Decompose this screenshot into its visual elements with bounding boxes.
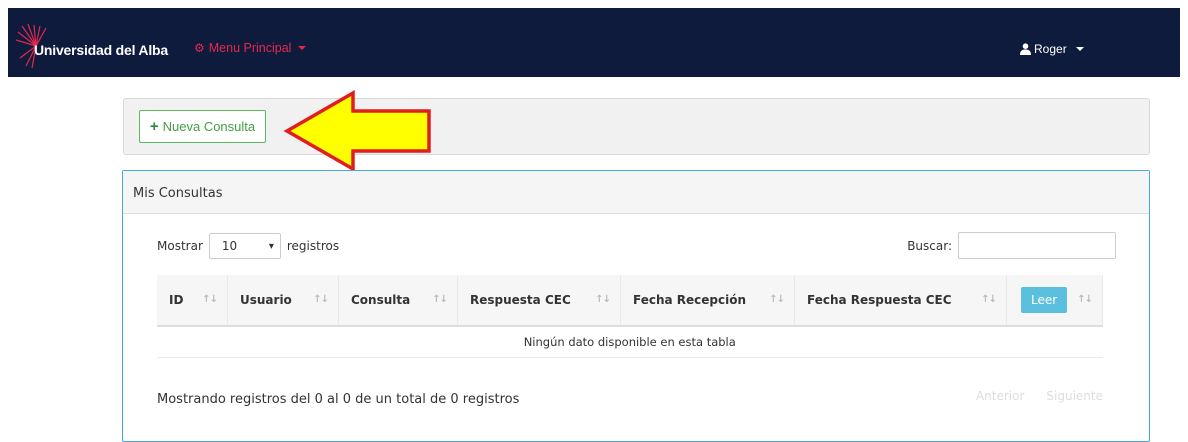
column-header-leer[interactable]: Leer ↑↓ <box>1006 275 1103 327</box>
new-consultation-button[interactable]: + Nueva Consulta <box>139 110 266 143</box>
previous-page-button[interactable]: Anterior <box>976 389 1024 403</box>
empty-table-message: Ningún dato disponible en esta tabla <box>157 326 1103 358</box>
plus-icon: + <box>149 118 159 135</box>
table-search: Buscar: <box>907 232 1116 259</box>
page-length-select[interactable]: 10 ▾ <box>208 233 281 259</box>
new-consultation-label: Nueva Consulta <box>162 119 256 134</box>
sort-icon: ↑↓ <box>432 294 448 305</box>
cogs-icon: ⚙ <box>194 41 205 55</box>
page-length-value: 10 <box>221 239 238 253</box>
sort-icon: ↑↓ <box>769 294 785 305</box>
caret-down-icon <box>298 46 307 50</box>
sort-icon: ↑↓ <box>313 294 329 305</box>
consultations-table: ID ↑↓ Usuario ↑↓ Consulta ↑↓ Respuesta CEC ↑… <box>157 275 1103 358</box>
column-header-fecha-recepcion[interactable]: Fecha Recepción ↑↓ <box>620 275 795 327</box>
consultations-panel: Mis Consultas Mostrar 10 ▾ registros Bus… <box>122 170 1150 442</box>
column-header-respuesta-cec[interactable]: Respuesta CEC ↑↓ <box>457 275 621 327</box>
length-prefix: Mostrar <box>157 239 203 253</box>
column-header-id[interactable]: ID ↑↓ <box>157 275 228 327</box>
sort-icon: ↑↓ <box>595 294 611 305</box>
length-suffix: registros <box>286 239 340 253</box>
caret-down-icon <box>1075 47 1084 51</box>
table-row: Ningún dato disponible en esta tabla <box>157 326 1103 358</box>
sort-icon: ↑↓ <box>202 294 218 305</box>
read-button[interactable]: Leer <box>1021 287 1068 313</box>
user-name: Roger <box>1034 42 1067 56</box>
chevron-down-icon: ▾ <box>268 240 274 252</box>
page-length-control: Mostrar 10 ▾ registros <box>157 233 339 259</box>
sort-icon: ↑↓ <box>981 294 997 305</box>
main-menu-label: Menu Principal <box>208 41 292 55</box>
user-menu-dropdown[interactable]: Roger <box>1020 42 1084 56</box>
pagination: Anterior Siguiente <box>976 389 1103 403</box>
search-input[interactable] <box>958 232 1116 259</box>
column-header-usuario[interactable]: Usuario ↑↓ <box>227 275 339 327</box>
panel-title: Mis Consultas <box>123 171 1149 214</box>
user-icon <box>1020 43 1031 55</box>
top-navbar: Universidad del Alba ⚙ Menu Principal Ro… <box>8 8 1180 77</box>
next-page-button[interactable]: Siguiente <box>1046 389 1103 403</box>
toolbar-well: + Nueva Consulta <box>123 98 1150 155</box>
column-header-consulta[interactable]: Consulta ↑↓ <box>338 275 458 327</box>
search-label: Buscar: <box>907 238 952 253</box>
main-menu-dropdown[interactable]: ⚙ Menu Principal <box>194 41 307 55</box>
column-header-fecha-respuesta-cec[interactable]: Fecha Respuesta CEC ↑↓ <box>794 275 1007 327</box>
brand-name[interactable]: Universidad del Alba <box>34 42 168 58</box>
sort-icon: ↑↓ <box>1077 294 1093 305</box>
left-arrow-icon <box>283 89 431 173</box>
table-info: Mostrando registros del 0 al 0 de un tot… <box>157 392 520 407</box>
table-header-row: ID ↑↓ Usuario ↑↓ Consulta ↑↓ Respuesta CEC ↑… <box>157 275 1103 327</box>
